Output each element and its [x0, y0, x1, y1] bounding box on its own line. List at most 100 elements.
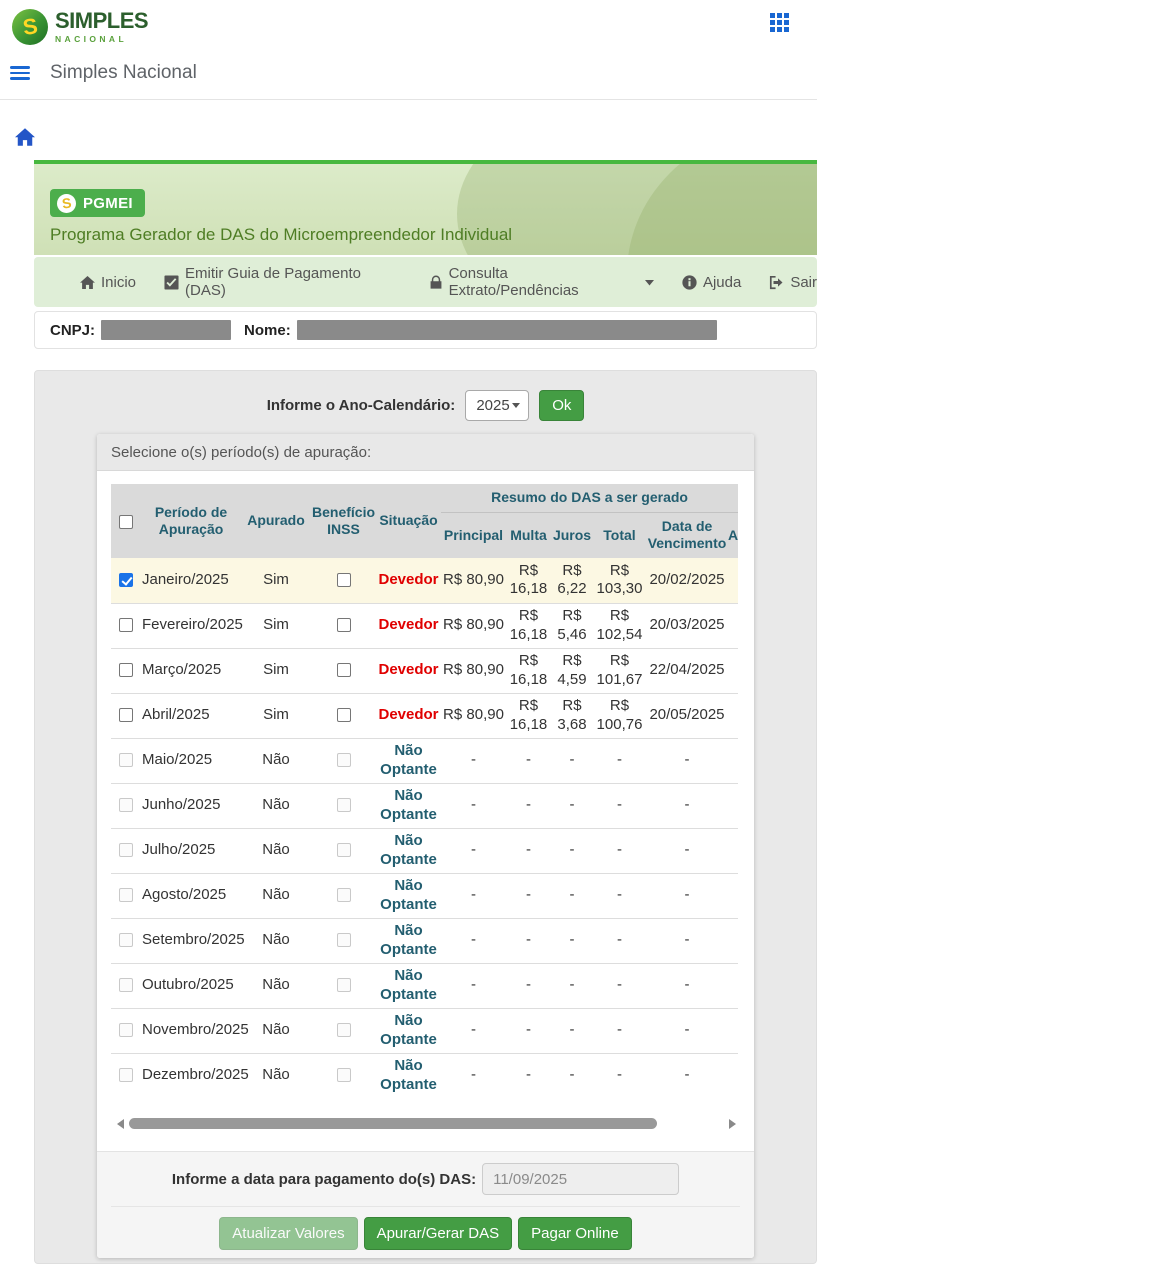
- principal-value: -: [441, 783, 506, 828]
- period-label: Junho/2025: [141, 783, 241, 828]
- scroll-right-icon[interactable]: [729, 1119, 736, 1129]
- apurar-gerar-das-button[interactable]: Apurar/Gerar DAS: [364, 1217, 513, 1250]
- nav-item-inicio[interactable]: Inicio: [80, 274, 136, 291]
- period-checkbox[interactable]: [119, 663, 133, 677]
- home-icon: [80, 276, 95, 289]
- vencimento-value: -: [646, 828, 728, 873]
- home-icon[interactable]: [15, 128, 35, 151]
- period-checkbox[interactable]: [119, 708, 133, 722]
- year-select[interactable]: 2025: [465, 390, 529, 421]
- total-value: -: [593, 873, 646, 918]
- nav-item-consulta[interactable]: Consulta Extrato/Pendências: [429, 265, 654, 299]
- atualizar-valores-button: Atualizar Valores: [219, 1217, 357, 1250]
- simples-nacional-logo: S SIMPLES NACIONAL: [12, 9, 148, 45]
- inss-checkbox[interactable]: [337, 663, 351, 677]
- vencimento-value: -: [646, 873, 728, 918]
- juros-value: R$ 4,59: [551, 648, 593, 693]
- period-label: Novembro/2025: [141, 1008, 241, 1053]
- apurado-value: Não: [241, 828, 311, 873]
- juros-value: -: [551, 828, 593, 873]
- principal-value: -: [441, 873, 506, 918]
- table-row: Julho/2025 Não Não Optante - - - - -: [111, 828, 738, 873]
- nav-item-ajuda[interactable]: Ajuda: [682, 274, 741, 291]
- menu-icon[interactable]: [10, 63, 30, 83]
- col-principal: Principal: [441, 512, 506, 558]
- period-checkbox[interactable]: [119, 573, 133, 587]
- nav-item-sair[interactable]: Sair: [769, 274, 817, 291]
- inss-checkbox[interactable]: [337, 618, 351, 632]
- vencimento-value: -: [646, 963, 728, 1008]
- total-value: -: [593, 738, 646, 783]
- periods-table: Período de Apuração Apurado Benefício IN…: [111, 484, 738, 1098]
- juros-value: R$ 3,68: [551, 693, 593, 738]
- col-total: Total: [593, 512, 646, 558]
- period-checkbox: [119, 933, 133, 947]
- nav-item-emitir[interactable]: Emitir Guia de Pagamento (DAS): [164, 265, 401, 299]
- total-value: R$ 102,54: [593, 603, 646, 648]
- period-label: Setembro/2025: [141, 918, 241, 963]
- payment-date-input[interactable]: [482, 1163, 679, 1195]
- inss-checkbox[interactable]: [337, 573, 351, 587]
- period-label: Julho/2025: [141, 828, 241, 873]
- period-checkbox[interactable]: [119, 618, 133, 632]
- multa-value: R$ 16,18: [506, 693, 551, 738]
- situacao-value: Não Optante: [376, 738, 441, 783]
- col-situacao: Situação: [376, 484, 441, 558]
- multa-value: -: [506, 963, 551, 1008]
- scroll-left-icon[interactable]: [117, 1119, 124, 1129]
- chevron-down-icon: [512, 403, 520, 408]
- page-title: Simples Nacional: [50, 62, 197, 84]
- payment-section: Informe a data para pagamento do(s) DAS:…: [97, 1151, 754, 1258]
- total-value: -: [593, 783, 646, 828]
- inss-checkbox: [337, 1068, 351, 1082]
- apurado-value: Não: [241, 783, 311, 828]
- apurado-value: Não: [241, 1053, 311, 1098]
- juros-value: -: [551, 918, 593, 963]
- period-checkbox: [119, 1068, 133, 1082]
- multa-value: -: [506, 1008, 551, 1053]
- juros-value: R$ 5,46: [551, 603, 593, 648]
- table-row: Setembro/2025 Não Não Optante - - - - -: [111, 918, 738, 963]
- period-label: Maio/2025: [141, 738, 241, 783]
- period-label: Fevereiro/2025: [141, 603, 241, 648]
- table-row: Agosto/2025 Não Não Optante - - - - -: [111, 873, 738, 918]
- period-checkbox: [119, 1023, 133, 1037]
- col-beneficio-inss: Benefício INSS: [311, 484, 376, 558]
- period-label: Abril/2025: [141, 693, 241, 738]
- col-group-resumo: Resumo do DAS a ser gerado: [441, 484, 738, 512]
- period-checkbox: [119, 978, 133, 992]
- select-all-checkbox[interactable]: [119, 515, 133, 529]
- situacao-value: Não Optante: [376, 918, 441, 963]
- apurado-value: Não: [241, 1008, 311, 1053]
- situacao-value: Não Optante: [376, 1053, 441, 1098]
- juros-value: -: [551, 1008, 593, 1053]
- apurado-value: Não: [241, 873, 311, 918]
- inss-checkbox: [337, 843, 351, 857]
- situacao-value: Devedor: [376, 648, 441, 693]
- banner-title: Programa Gerador de DAS do Microempreend…: [50, 225, 512, 245]
- situacao-value: Devedor: [376, 603, 441, 648]
- ok-button[interactable]: Ok: [539, 390, 584, 421]
- top-header: S SIMPLES NACIONAL Simples Nacional: [0, 0, 817, 100]
- situacao-value: Não Optante: [376, 828, 441, 873]
- multa-value: -: [506, 828, 551, 873]
- total-value: -: [593, 963, 646, 1008]
- multa-value: R$ 16,18: [506, 603, 551, 648]
- total-value: -: [593, 1053, 646, 1098]
- year-select-value: 2025: [476, 397, 509, 414]
- multa-value: -: [506, 873, 551, 918]
- multa-value: -: [506, 1053, 551, 1098]
- inss-checkbox: [337, 798, 351, 812]
- pgmei-badge: S PGMEI: [50, 189, 145, 217]
- cnpj-label: CNPJ:: [50, 322, 95, 339]
- period-checkbox: [119, 843, 133, 857]
- breadcrumb: [0, 100, 817, 160]
- inss-checkbox[interactable]: [337, 708, 351, 722]
- pagar-online-button[interactable]: Pagar Online: [518, 1217, 632, 1250]
- scrollbar-thumb[interactable]: [129, 1118, 657, 1129]
- col-periodo: Período de Apuração: [141, 484, 241, 558]
- period-label: Março/2025: [141, 648, 241, 693]
- period-label: Outubro/2025: [141, 963, 241, 1008]
- apps-grid-icon[interactable]: [770, 13, 789, 32]
- juros-value: -: [551, 783, 593, 828]
